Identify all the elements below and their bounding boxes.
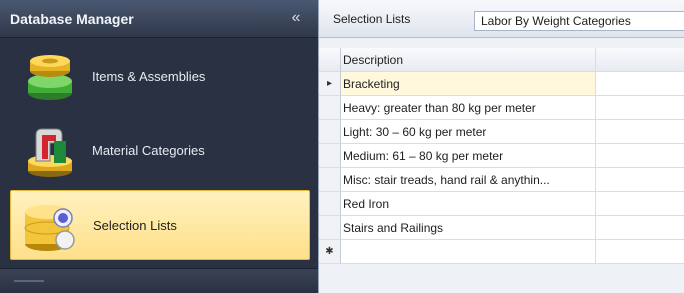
selection-lists-view: Selection Lists Labor By Weight Categori… [318,0,684,293]
description-grid: Description ▸ Bracketing Heavy: greater … [319,48,684,265]
selection-lists-label: Selection Lists [333,12,411,26]
table-row[interactable]: Medium: 61 – 80 kg per meter [319,144,684,168]
row-header[interactable] [319,96,341,120]
row-header[interactable] [319,144,341,168]
table-row[interactable]: Stairs and Railings [319,216,684,240]
column-header-description[interactable]: Description [341,48,596,72]
description-cell[interactable]: Medium: 61 – 80 kg per meter [341,144,596,168]
description-cell[interactable]: Heavy: greater than 80 kg per meter [341,96,596,120]
selection-list-combo[interactable]: Labor By Weight Categories [474,11,684,31]
table-row[interactable]: Red Iron [319,192,684,216]
grid-filler [596,216,684,240]
table-row[interactable]: Heavy: greater than 80 kg per meter [319,96,684,120]
grid-filler [596,240,684,264]
grid-filler [596,168,684,192]
row-header[interactable] [319,120,341,144]
table-row[interactable]: Light: 30 – 60 kg per meter [319,120,684,144]
description-cell[interactable]: Stairs and Railings [341,216,596,240]
row-header[interactable] [319,168,341,192]
nav-item-label: Items & Assemblies [92,69,206,84]
new-row-cell[interactable] [341,240,596,264]
row-header[interactable] [319,192,341,216]
panel-title: Database Manager [10,11,134,27]
grid-filler [596,72,684,96]
grid-empty-area [319,265,684,293]
nav-item-selection-lists[interactable]: Selection Lists [10,190,310,260]
nav-item-label: Material Categories [92,143,205,158]
grid-filler [596,192,684,216]
database-manager-panel: Database Manager « Items & Assemblies Ma… [0,0,318,293]
nav-overflow-strip [0,268,318,293]
nav-item-label: Selection Lists [93,218,177,233]
grid-header-filler [596,48,684,72]
selection-lists-icon [24,205,75,251]
toolbar: Selection Lists Labor By Weight Categori… [319,0,684,38]
row-header-corner [319,48,341,72]
description-cell[interactable]: Red Iron [341,192,596,216]
description-cell[interactable]: Bracketing [341,72,596,96]
panel-header: Database Manager « [0,0,318,38]
grid-filler [596,96,684,120]
table-row[interactable]: Misc: stair treads, hand rail & anythin.… [319,168,684,192]
table-row[interactable]: ▸ Bracketing [319,72,684,96]
nav-item-items-assemblies[interactable]: Items & Assemblies [10,42,310,112]
new-row[interactable]: ✱ [319,240,684,264]
grip-icon[interactable] [14,280,44,282]
material-categories-icon [28,128,72,177]
grid-filler [596,120,684,144]
description-cell[interactable]: Misc: stair treads, hand rail & anythin.… [341,168,596,192]
row-header[interactable] [319,216,341,240]
nav-item-material-categories[interactable]: Material Categories [10,116,310,186]
grid-filler [596,144,684,168]
current-row-indicator-icon: ▸ [319,72,341,96]
items-assemblies-icon [28,55,72,100]
new-row-icon: ✱ [319,240,341,264]
grid-header-row: Description [319,48,684,72]
collapse-panel-icon[interactable]: « [286,8,306,28]
description-cell[interactable]: Light: 30 – 60 kg per meter [341,120,596,144]
